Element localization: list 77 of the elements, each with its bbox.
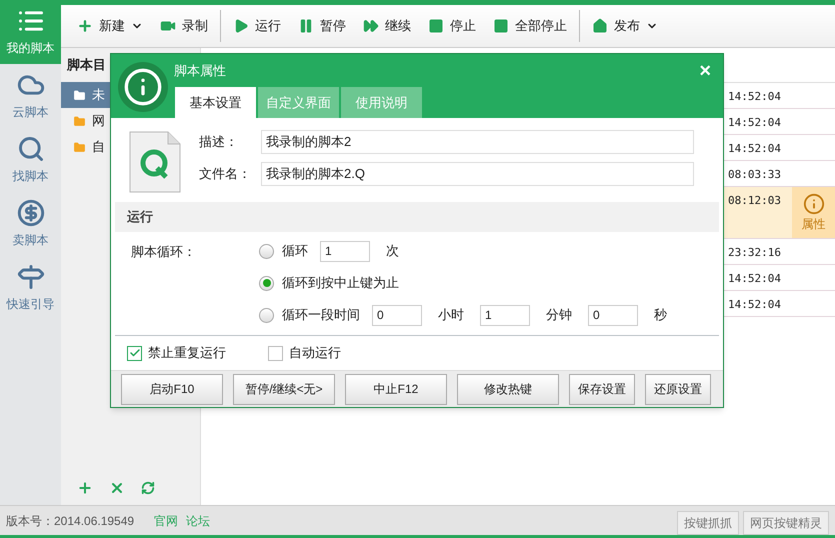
checkbox[interactable]: [268, 346, 283, 360]
nav-item[interactable]: 卖脚本: [0, 192, 61, 256]
dialog-button[interactable]: 中止F12: [345, 374, 447, 404]
plus-icon: [77, 18, 93, 34]
info-icon: [123, 67, 163, 107]
unit-label: 次: [386, 242, 399, 260]
search-icon: [16, 135, 44, 163]
signpost-icon: [16, 263, 44, 291]
table-row[interactable]: 08:12:03 属性: [722, 187, 835, 239]
time-cell-text: 14:52:04: [727, 89, 782, 105]
number-field[interactable]: 0: [372, 304, 422, 326]
dialog-title: 脚本属性: [174, 62, 226, 80]
version-text: 版本号：2014.06.19549: [6, 512, 134, 530]
time-cell-text: 14:52:04: [727, 271, 782, 287]
dialog-button[interactable]: 启动F10: [121, 374, 223, 404]
play-icon: [233, 18, 249, 34]
text-field[interactable]: 我录制的脚本2: [261, 130, 694, 154]
folder-icon: [73, 140, 86, 154]
add-icon[interactable]: [77, 480, 93, 496]
house-icon: [592, 18, 608, 34]
option-label: 循环到按中止键为止: [282, 274, 399, 292]
time-cell-text: 08:03:33: [727, 167, 782, 183]
dialog-button[interactable]: 保存设置: [569, 374, 635, 404]
toolbar-button[interactable]: 录制: [152, 10, 221, 42]
unit-label: 小时: [438, 306, 464, 324]
status-button[interactable]: 网页按键精灵: [743, 511, 829, 535]
section-title: 运行: [127, 208, 153, 226]
time-cell-text: 14:52:04: [727, 141, 782, 157]
radio-button[interactable]: [259, 244, 274, 258]
folder-item[interactable]: 自: [61, 134, 200, 160]
time-cell-text: 14:52:04: [727, 115, 782, 131]
loop-label: 脚本循环：: [131, 243, 197, 261]
toolbar-button[interactable]: 发布: [584, 10, 667, 42]
text-field[interactable]: 我录制的脚本2.Q: [261, 162, 694, 186]
time-cell-text: 08:12:03: [727, 193, 782, 209]
delete-icon[interactable]: [109, 480, 125, 496]
checkbox[interactable]: [127, 346, 142, 360]
refresh-icon[interactable]: [141, 481, 155, 495]
checkbox-label: 自动运行: [289, 344, 341, 362]
status-button[interactable]: 按键抓抓: [677, 511, 739, 535]
folder-icon: [73, 88, 86, 102]
toolbar-button[interactable]: 运行: [225, 10, 290, 42]
dollar-icon: [16, 199, 44, 227]
number-field[interactable]: 1: [480, 304, 530, 326]
toolbar-button[interactable]: 新建: [69, 10, 152, 42]
toolbar-button[interactable]: 暂停: [290, 10, 355, 42]
toolbar-button[interactable]: 继续: [355, 10, 420, 42]
number-field[interactable]: 1: [320, 240, 370, 262]
directory-title: 脚本目: [67, 56, 106, 74]
unit-label: 秒: [654, 306, 667, 324]
option-label: 循环一段时间: [282, 306, 360, 324]
checkbox-label: 禁止重复运行: [148, 344, 226, 362]
time-cell-text: 14:52:04: [727, 297, 782, 313]
number-field[interactable]: 0: [588, 304, 638, 326]
time-cell-text: 23:32:16: [727, 245, 782, 261]
nav-item[interactable]: 找脚本: [0, 128, 61, 192]
stop-all-icon: [493, 18, 509, 34]
file-icon: [127, 130, 183, 194]
stop-icon: [428, 18, 444, 34]
field-label: 文件名：: [199, 165, 252, 184]
info-icon: [802, 192, 824, 214]
folder-icon: [73, 114, 86, 128]
toolbar-button[interactable]: 全部停止: [485, 10, 580, 42]
nav-item[interactable]: 快速引导: [0, 256, 61, 320]
dialog-button[interactable]: 修改热键: [457, 374, 559, 404]
option-label: 循环: [282, 242, 308, 260]
dialog-button[interactable]: 暂停/继续<无>: [233, 374, 335, 404]
dialog-tab[interactable]: 基本设置: [175, 87, 256, 118]
dialog-button[interactable]: 还原设置: [645, 374, 711, 404]
field-label: 描述：: [199, 133, 239, 152]
radio-button[interactable]: [259, 308, 274, 322]
fast-forward-icon: [363, 18, 379, 34]
nav-item[interactable]: 云脚本: [0, 64, 61, 128]
pause-icon: [298, 18, 314, 34]
radio-button[interactable]: [259, 276, 274, 290]
toolbar-button[interactable]: 停止: [420, 10, 485, 42]
unit-label: 分钟: [546, 306, 572, 324]
